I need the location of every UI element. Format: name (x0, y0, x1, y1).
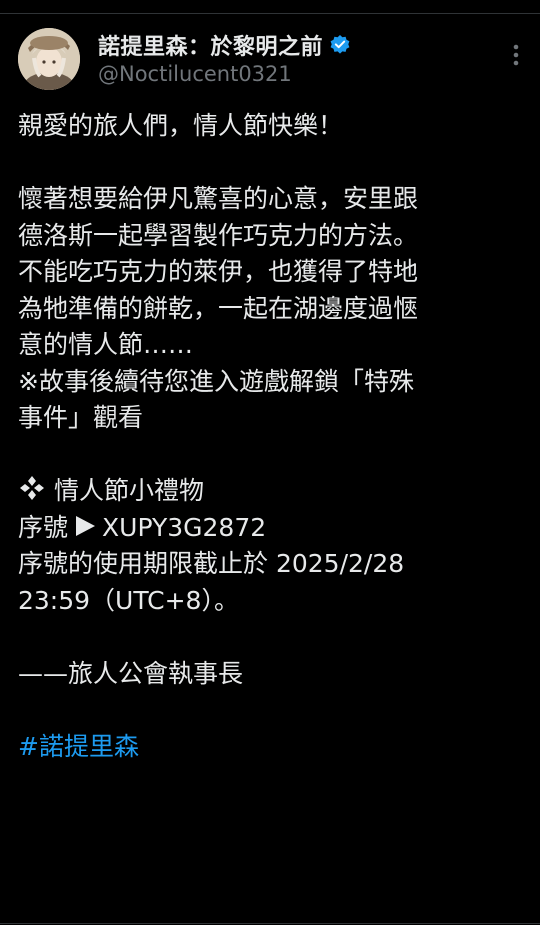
hashtag-line: #諾提里森 (18, 729, 523, 766)
verified-badge-icon (329, 34, 351, 56)
serial-code: XUPY3G2872 (102, 512, 267, 542)
story-line: ※故事後續待您進入遊戲解鎖「特殊 (18, 366, 414, 396)
display-name-row: 諾提里森：於黎明之前 (98, 30, 478, 60)
greeting-line: 親愛的旅人們，情人節快樂！ (18, 111, 344, 140)
gift-title-line: 情人節小禮物 (18, 473, 523, 510)
story-line: 懷著想要給伊凡驚喜的心意，安里跟 (18, 184, 419, 213)
more-vertical-icon[interactable] (510, 42, 522, 68)
hashtag-link[interactable]: #諾提里森 (18, 732, 139, 761)
bottom-divider (0, 923, 540, 924)
tweet-header: 諾提里森：於黎明之前 @Noctilucent0321 (18, 28, 528, 94)
sparkle-icon (18, 474, 46, 502)
signature: ——旅人公會執事長 (18, 658, 244, 688)
top-divider (0, 13, 540, 14)
expiry-line: 序號的使用期限截止於 2025/2/28 (18, 549, 405, 578)
handle[interactable]: @Noctilucent0321 (98, 62, 478, 86)
story-line: 意的情人節…… (18, 330, 194, 359)
gift-title: 情人節小禮物 (54, 476, 205, 505)
story-line: 德洛斯一起學習製作巧克力的方法。 (18, 220, 419, 250)
display-name[interactable]: 諾提里森：於黎明之前 (98, 29, 323, 61)
story-line: 不能吃巧克力的萊伊，也獲得了特地 (18, 257, 419, 286)
avatar[interactable] (18, 28, 80, 90)
expiry-line: 23:59（UTC+8）。 (18, 585, 239, 615)
author-block: 諾提里森：於黎明之前 @Noctilucent0321 (98, 30, 478, 86)
serial-label: 序號 (18, 512, 69, 542)
story-line: 事件」觀看 (18, 403, 144, 432)
tweet-text: 親愛的旅人們，情人節快樂！ 懷著想要給伊凡驚喜的心意，安里跟 德洛斯一起學習製作… (18, 108, 523, 765)
play-arrow-icon (72, 513, 98, 539)
serial-line: 序號 XUPY3G2872 (18, 510, 523, 547)
story-line: 為牠準備的餅乾，一起在湖邊度過愜 (18, 293, 419, 323)
character-avatar-icon (18, 28, 80, 90)
